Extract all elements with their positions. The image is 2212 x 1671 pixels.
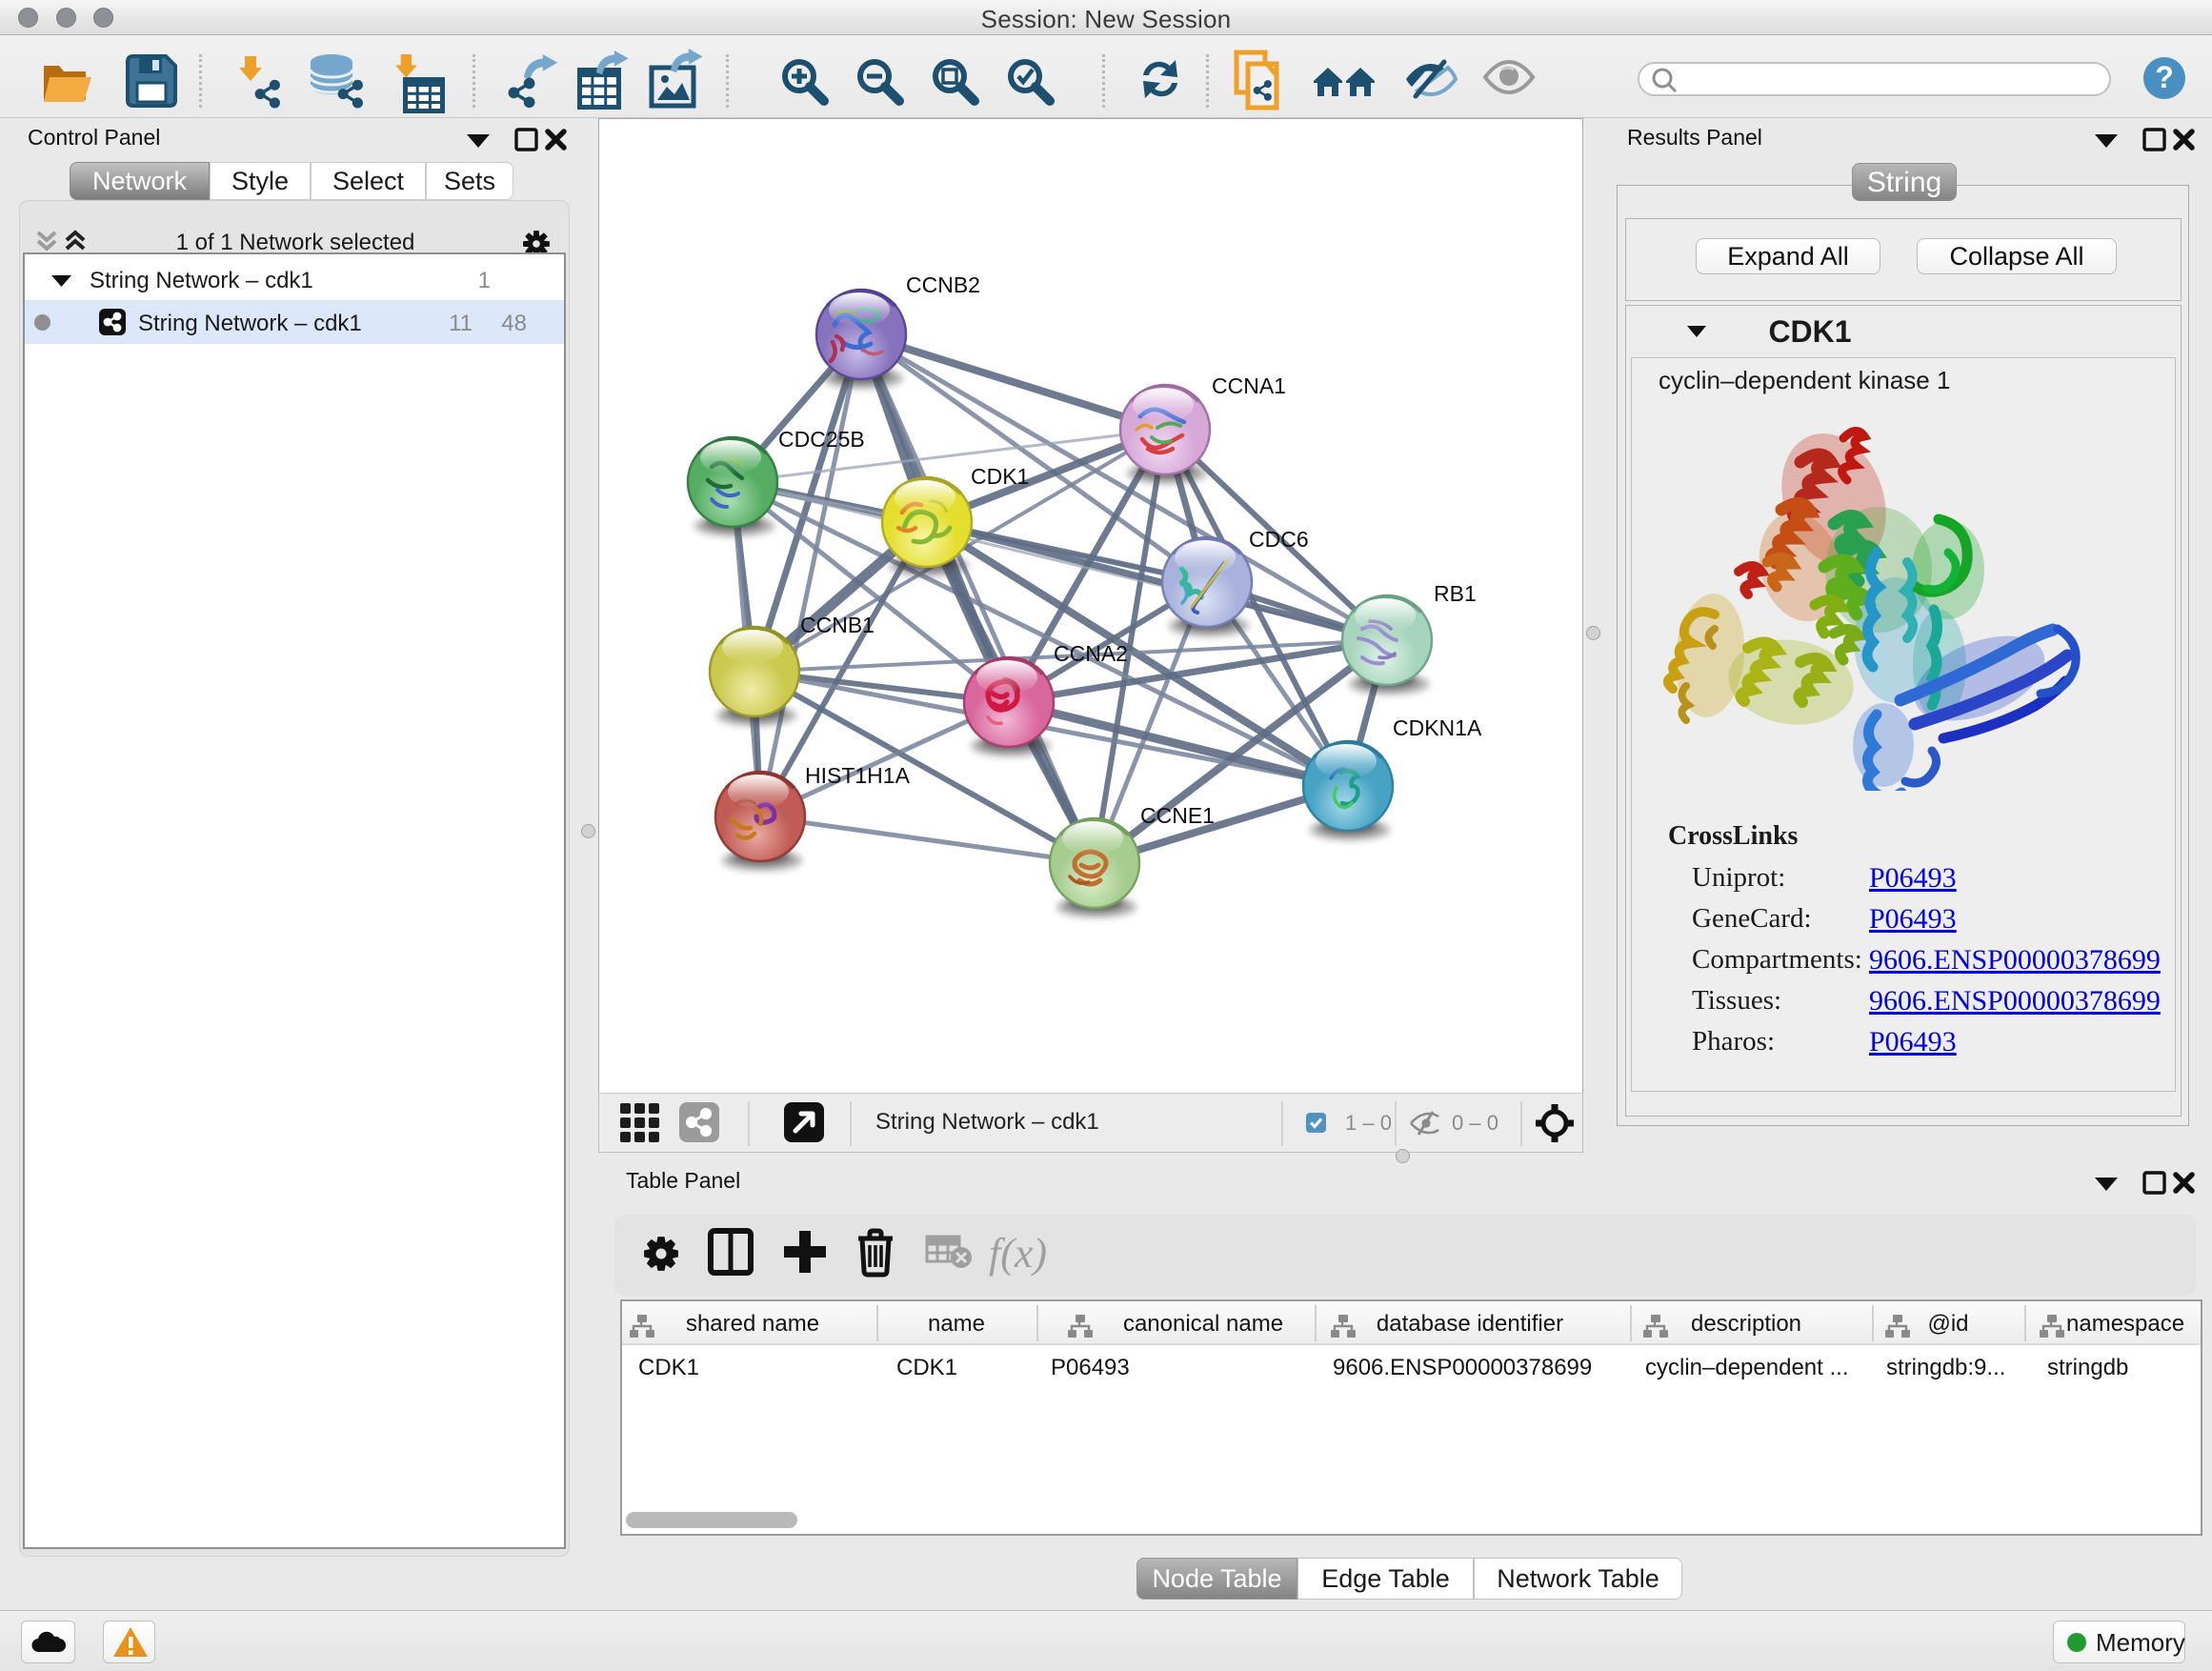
svg-text:CCNA1: CCNA1 [1212, 373, 1286, 398]
svg-text:CDK1: CDK1 [971, 464, 1029, 489]
svg-text:CDC25B: CDC25B [778, 427, 865, 452]
svg-text:CCNE1: CCNE1 [1140, 803, 1215, 828]
svg-text:?: ? [2155, 60, 2174, 94]
svg-text:CCNB1: CCNB1 [800, 613, 875, 637]
svg-text:HIST1H1A: HIST1H1A [805, 763, 911, 788]
svg-text:CCNA2: CCNA2 [1054, 641, 1128, 666]
svg-text:f(x): f(x) [989, 1230, 1047, 1277]
svg-text:RB1: RB1 [1434, 581, 1477, 606]
svg-text:CDKN1A: CDKN1A [1393, 715, 1482, 740]
svg-text:CDC6: CDC6 [1249, 527, 1309, 552]
svg-text:CCNB2: CCNB2 [906, 272, 980, 297]
